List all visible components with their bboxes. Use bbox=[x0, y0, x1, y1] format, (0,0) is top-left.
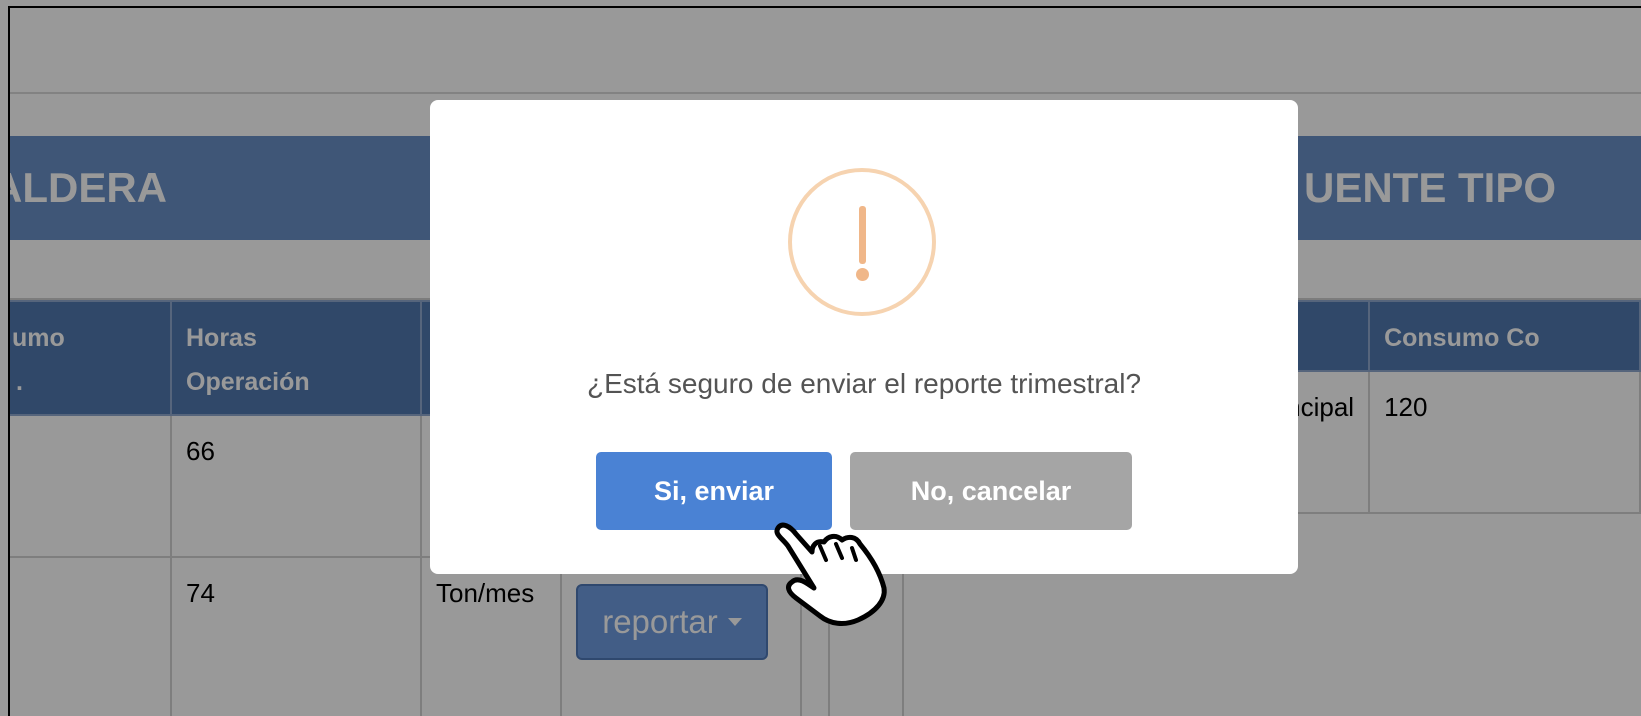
exclamation-dot bbox=[856, 268, 869, 281]
dialog-message: ¿Está seguro de enviar el reporte trimes… bbox=[586, 368, 1142, 399]
warning-icon bbox=[788, 168, 936, 316]
confirm-dialog: ¿Está seguro de enviar el reporte trimes… bbox=[430, 100, 1298, 574]
hand-pointer-cursor-icon bbox=[774, 522, 887, 626]
exclamation-bar bbox=[859, 206, 866, 264]
